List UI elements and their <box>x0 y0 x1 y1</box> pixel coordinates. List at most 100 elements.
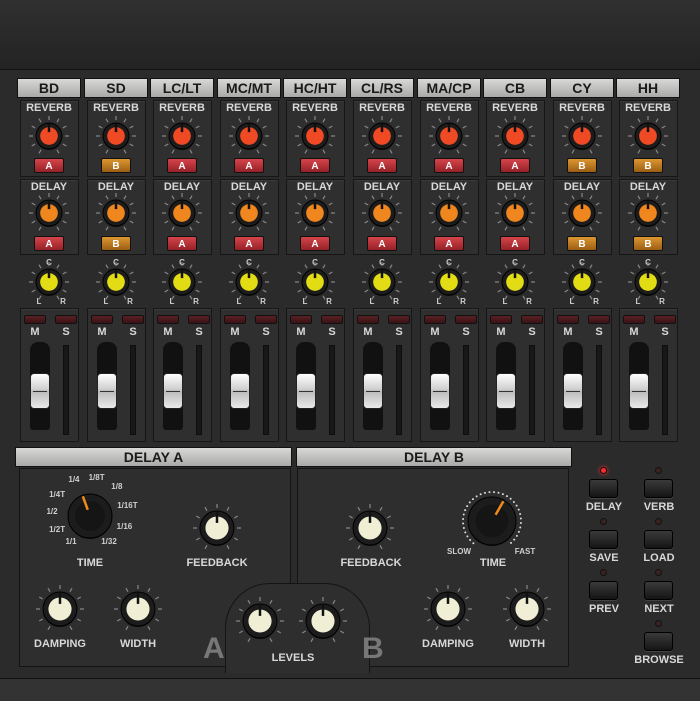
reverb-knob[interactable] <box>94 114 138 158</box>
reverb-send-button[interactable]: B <box>101 158 131 173</box>
delay-send-button[interactable]: A <box>34 236 64 251</box>
delay-send-button[interactable]: A <box>234 236 264 251</box>
delay-knob[interactable] <box>360 191 404 235</box>
delay-send-button[interactable]: B <box>633 236 663 251</box>
reverb-send-button[interactable]: A <box>367 158 397 173</box>
reverb-label: REVERB <box>292 102 338 114</box>
solo-button[interactable] <box>455 315 477 324</box>
solo-button[interactable] <box>122 315 144 324</box>
pan-right-label: R <box>260 297 266 306</box>
reverb-send-button[interactable]: A <box>167 158 197 173</box>
delay-knob[interactable] <box>27 191 71 235</box>
delay-a-time-knob[interactable] <box>59 485 121 547</box>
volume-fader[interactable] <box>629 372 649 409</box>
reverb-send-button[interactable]: A <box>434 158 464 173</box>
mute-button[interactable] <box>623 315 645 324</box>
reverb-send-button[interactable]: A <box>500 158 530 173</box>
reverb-knob[interactable] <box>493 114 537 158</box>
solo-button[interactable] <box>188 315 210 324</box>
reverb-send-button[interactable]: A <box>34 158 64 173</box>
delay-b-time-knob[interactable] <box>459 488 525 554</box>
delay-send-button[interactable]: A <box>367 236 397 251</box>
delay-b-letter: B <box>362 632 384 665</box>
delay-b-damping-knob[interactable] <box>422 583 474 635</box>
delay-send-button[interactable]: B <box>567 236 597 251</box>
mute-button[interactable] <box>24 315 46 324</box>
browse-button[interactable] <box>644 632 673 651</box>
volume-fader[interactable] <box>163 372 183 409</box>
solo-button[interactable] <box>55 315 77 324</box>
save-button[interactable] <box>589 530 618 549</box>
delay-knob[interactable] <box>227 191 271 235</box>
delay-knob[interactable] <box>560 191 604 235</box>
reverb-knob[interactable] <box>626 114 670 158</box>
reverb-knob[interactable] <box>160 114 204 158</box>
reverb-knob[interactable] <box>293 114 337 158</box>
next-button[interactable] <box>644 581 673 600</box>
volume-fader[interactable] <box>97 372 117 409</box>
volume-fader[interactable] <box>30 372 50 409</box>
delay-knob[interactable] <box>427 191 471 235</box>
delay-send-button[interactable]: A <box>500 236 530 251</box>
reverb-send-button[interactable]: A <box>234 158 264 173</box>
delay-send-button[interactable]: B <box>101 236 131 251</box>
delay-knob[interactable] <box>493 191 537 235</box>
mute-button[interactable] <box>91 315 113 324</box>
prev-button[interactable] <box>589 581 618 600</box>
volume-fader[interactable] <box>230 372 250 409</box>
delay-a-feedback-knob[interactable] <box>191 502 243 554</box>
mute-button[interactable] <box>490 315 512 324</box>
delay-a-damping-label: DAMPING <box>34 638 86 650</box>
delay-knob[interactable] <box>160 191 204 235</box>
delay-b-width-knob[interactable] <box>501 583 553 635</box>
reverb-send-button[interactable]: B <box>567 158 597 173</box>
solo-button[interactable] <box>588 315 610 324</box>
mute-button[interactable] <box>357 315 379 324</box>
load-button[interactable] <box>644 530 673 549</box>
reverb-knob[interactable] <box>427 114 471 158</box>
delay-knob[interactable] <box>626 191 670 235</box>
volume-fader[interactable] <box>563 372 583 409</box>
delay-a-damping-knob[interactable] <box>34 583 86 635</box>
volume-fader[interactable] <box>363 372 383 409</box>
reverb-send-button[interactable]: A <box>300 158 330 173</box>
reverb-knob[interactable] <box>560 114 604 158</box>
level-b-knob[interactable] <box>297 595 349 647</box>
pan-left-label: L <box>103 297 109 306</box>
reverb-send-button[interactable]: B <box>633 158 663 173</box>
level-a-knob[interactable] <box>234 595 286 647</box>
reverb-knob[interactable] <box>27 114 71 158</box>
delay-led <box>600 467 607 474</box>
solo-button[interactable] <box>521 315 543 324</box>
delay-send-button[interactable]: A <box>167 236 197 251</box>
browse-label: BROWSE <box>634 654 684 666</box>
solo-button[interactable] <box>388 315 410 324</box>
solo-label: S <box>661 326 669 338</box>
mute-label: M <box>363 326 373 338</box>
delay-knob[interactable] <box>94 191 138 235</box>
volume-fader[interactable] <box>430 372 450 409</box>
delay-knob[interactable] <box>293 191 337 235</box>
delay-a-width-knob[interactable] <box>112 583 164 635</box>
mute-button[interactable] <box>224 315 246 324</box>
volume-fader[interactable] <box>496 372 516 409</box>
solo-button[interactable] <box>255 315 277 324</box>
mute-button[interactable] <box>290 315 312 324</box>
reverb-knob[interactable] <box>360 114 404 158</box>
volume-fader[interactable] <box>296 372 316 409</box>
delay-send-button[interactable]: A <box>434 236 464 251</box>
pan-right-label: R <box>593 297 599 306</box>
verb-button[interactable] <box>644 479 673 498</box>
solo-button[interactable] <box>654 315 676 324</box>
bottom-bar <box>0 678 700 701</box>
channel-name-3: MC/MT <box>217 78 281 98</box>
mute-label: M <box>163 326 173 338</box>
mute-button[interactable] <box>557 315 579 324</box>
delay-button[interactable] <box>589 479 618 498</box>
delay-send-button[interactable]: A <box>300 236 330 251</box>
reverb-knob[interactable] <box>227 114 271 158</box>
mute-button[interactable] <box>424 315 446 324</box>
mute-button[interactable] <box>157 315 179 324</box>
delay-b-feedback-knob[interactable] <box>344 502 396 554</box>
solo-button[interactable] <box>321 315 343 324</box>
